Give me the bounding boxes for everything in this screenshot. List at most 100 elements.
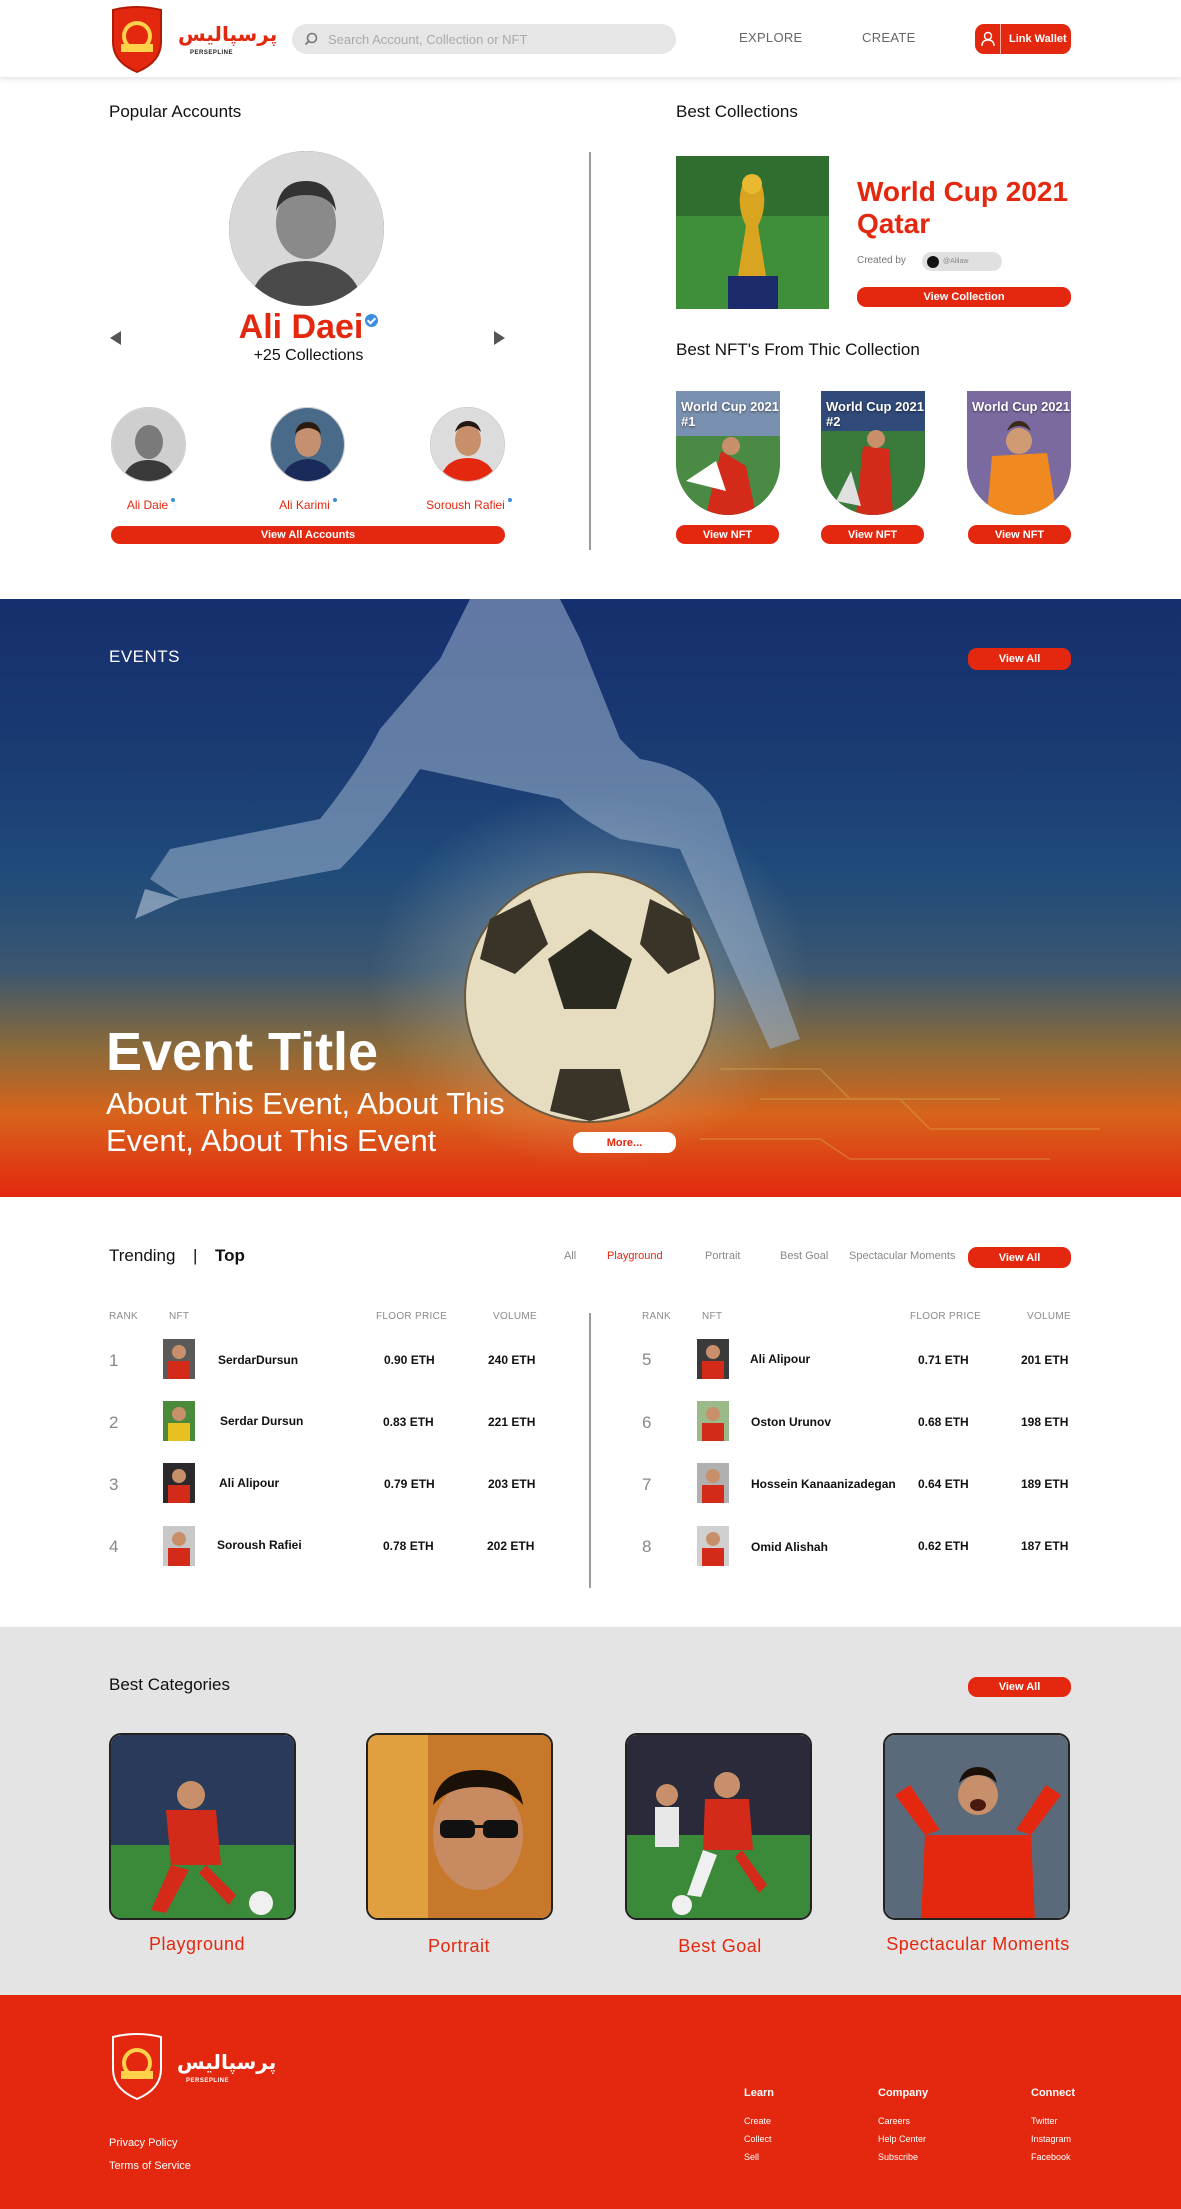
- verified-badge-icon: [365, 314, 379, 327]
- view-nft-button-1[interactable]: View NFT: [676, 525, 779, 544]
- tab-trending[interactable]: Trending: [109, 1246, 175, 1266]
- featured-collection-title[interactable]: World Cup 2021 Qatar: [857, 176, 1087, 240]
- row-floor: 0.68 ETH: [918, 1415, 969, 1429]
- filter-portrait[interactable]: Portrait: [705, 1250, 740, 1262]
- nav-create[interactable]: CREATE: [862, 30, 916, 45]
- row-thumbnail: [163, 1401, 195, 1441]
- category-image-best-goal[interactable]: [625, 1733, 812, 1920]
- featured-collection-image[interactable]: [676, 156, 829, 309]
- view-all-accounts-button[interactable]: View All Accounts: [111, 526, 505, 544]
- footer-link-facebook[interactable]: Facebook: [1031, 2152, 1071, 2162]
- footer-link-careers[interactable]: Careers: [878, 2116, 910, 2126]
- link-wallet-button[interactable]: Link Wallet: [975, 24, 1071, 54]
- row-rank: 3: [109, 1475, 119, 1494]
- footer-link-create[interactable]: Create: [744, 2116, 771, 2126]
- row-thumbnail: [697, 1463, 729, 1503]
- verified-dot-icon: [507, 498, 512, 502]
- account-name-ali-karimi[interactable]: Ali Karimi: [243, 498, 373, 512]
- row-floor: 0.64 ETH: [918, 1477, 969, 1491]
- view-nft-button-2[interactable]: View NFT: [821, 525, 924, 544]
- nft-card-3[interactable]: World Cup 2021: [967, 391, 1071, 515]
- featured-collections-count: +25 Collections: [253, 347, 364, 364]
- category-name-spectacular-moments[interactable]: Spectacular Moments: [863, 1934, 1093, 1955]
- filter-best-goal[interactable]: Best Goal: [780, 1250, 828, 1262]
- account-avatar-ali-karimi[interactable]: [270, 407, 345, 482]
- table-divider: [589, 1313, 591, 1588]
- nft-card-3-label: World Cup 2021: [972, 399, 1071, 414]
- club-logo-icon[interactable]: [109, 2031, 165, 2101]
- row-rank: 7: [642, 1475, 652, 1494]
- account-name-soroush-rafiei[interactable]: Soroush Rafiei: [404, 498, 534, 512]
- footer-link-twitter[interactable]: Twitter: [1031, 2116, 1058, 2126]
- row-rank: 5: [642, 1350, 652, 1369]
- footer-link-instagram[interactable]: Instagram: [1031, 2134, 1071, 2144]
- search-input[interactable]: [328, 31, 648, 47]
- row-floor: 0.62 ETH: [918, 1539, 969, 1553]
- row-floor: 0.83 ETH: [383, 1415, 434, 1429]
- category-image-playground[interactable]: [109, 1733, 296, 1920]
- row-rank: 8: [642, 1537, 652, 1556]
- col-rank-right: RANK: [642, 1311, 671, 1322]
- row-thumbnail: [163, 1463, 195, 1503]
- user-icon: [975, 24, 1001, 54]
- row-thumbnail: [697, 1339, 729, 1379]
- footer-link-collect[interactable]: Collect: [744, 2134, 772, 2144]
- event-title[interactable]: Event Title: [106, 1021, 378, 1083]
- footer-head-connect: Connect: [1031, 2087, 1075, 2099]
- row-floor: 0.90 ETH: [384, 1353, 435, 1367]
- creator-pill[interactable]: @Alilaw: [922, 252, 1002, 271]
- trending-view-all-button[interactable]: View All: [968, 1247, 1071, 1268]
- featured-account-avatar[interactable]: [229, 151, 384, 306]
- verified-dot-icon: [171, 498, 176, 502]
- account-name-ali-daie[interactable]: Ali Daie: [86, 498, 216, 512]
- nft-card-1[interactable]: World Cup 2021 #1: [676, 391, 780, 515]
- row-volume: 187 ETH: [1021, 1539, 1069, 1553]
- category-name-best-goal[interactable]: Best Goal: [605, 1936, 835, 1957]
- event-more-button[interactable]: More...: [573, 1132, 676, 1153]
- filter-spectacular-moments[interactable]: Spectacular Moments: [849, 1250, 955, 1262]
- creator-handle: @Alilaw: [943, 258, 969, 265]
- footer-terms-link[interactable]: Terms of Service: [109, 2160, 191, 2172]
- row-rank: 1: [109, 1351, 119, 1370]
- row-name: Oston Urunov: [751, 1415, 831, 1429]
- account-avatar-ali-daie[interactable]: [111, 407, 186, 482]
- category-name-portrait[interactable]: Portrait: [344, 1936, 574, 1957]
- club-logo-icon[interactable]: [109, 4, 165, 74]
- view-nft-button-3[interactable]: View NFT: [968, 525, 1071, 544]
- row-volume: 198 ETH: [1021, 1415, 1069, 1429]
- filter-playground[interactable]: Playground: [607, 1250, 663, 1262]
- creator-avatar: [927, 255, 939, 268]
- category-image-spectacular-moments[interactable]: [883, 1733, 1070, 1920]
- search-bar[interactable]: [292, 24, 676, 54]
- events-view-all-button[interactable]: View All: [968, 648, 1071, 670]
- created-by-label: Created by: [857, 255, 906, 266]
- search-icon: [304, 32, 318, 46]
- footer-link-help-center[interactable]: Help Center: [878, 2134, 926, 2144]
- footer-link-sell[interactable]: Sell: [744, 2152, 759, 2162]
- row-floor: 0.71 ETH: [918, 1353, 969, 1367]
- row-thumbnail: [697, 1401, 729, 1441]
- featured-account-name[interactable]: Ali Daei: [239, 308, 364, 346]
- row-volume: 189 ETH: [1021, 1477, 1069, 1491]
- verified-dot-icon: [332, 498, 337, 502]
- col-volume-left: VOLUME: [493, 1311, 538, 1322]
- account-avatar-soroush-rafiei[interactable]: [430, 407, 505, 482]
- col-rank-left: RANK: [109, 1311, 138, 1322]
- row-floor: 0.79 ETH: [384, 1477, 435, 1491]
- nav-explore[interactable]: EXPLORE: [739, 30, 803, 45]
- col-floor-left: FLOOR PRICE: [376, 1311, 448, 1322]
- best-categories-section: Best Categories View All Playground Port…: [0, 1627, 1181, 1995]
- view-collection-button[interactable]: View Collection: [857, 287, 1071, 307]
- nft-card-2-label: World Cup 2021 #2: [826, 399, 925, 429]
- tab-top[interactable]: Top: [215, 1246, 245, 1266]
- filter-all[interactable]: All: [564, 1250, 576, 1262]
- categories-view-all-button[interactable]: View All: [968, 1677, 1071, 1697]
- footer-link-subscribe[interactable]: Subscribe: [878, 2152, 918, 2162]
- category-image-portrait[interactable]: [366, 1733, 553, 1920]
- footer-privacy-link[interactable]: Privacy Policy: [109, 2137, 177, 2149]
- footer-logo-subtitle: PERSEPLINE: [186, 2078, 230, 2084]
- category-name-playground[interactable]: Playground: [82, 1934, 312, 1955]
- nft-card-2[interactable]: World Cup 2021 #2: [821, 391, 925, 515]
- row-name: Ali Alipour: [750, 1352, 811, 1366]
- row-rank: 2: [109, 1413, 119, 1432]
